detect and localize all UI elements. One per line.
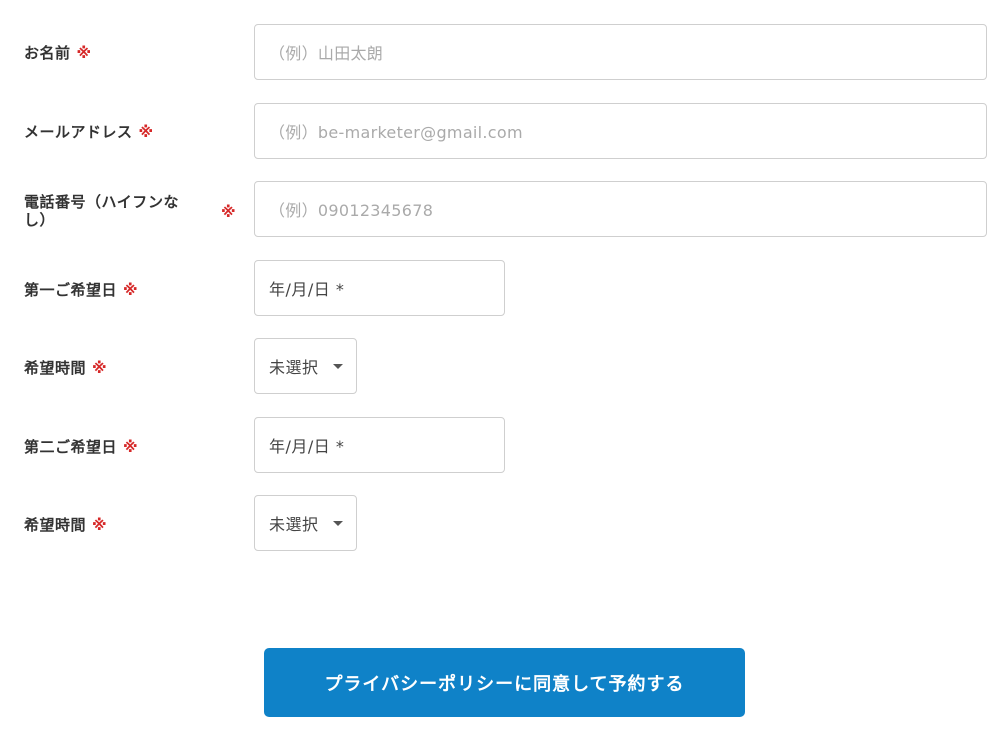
first-time-label: 希望時間 ※ xyxy=(24,359,107,377)
required-mark: ※ xyxy=(76,44,92,62)
agree-and-reserve-button[interactable]: プライバシーポリシーに同意して予約する xyxy=(264,648,745,717)
first-date-input[interactable]: 年/月/日 * xyxy=(254,260,505,316)
second-time-row: 希望時間 ※ 未選択 xyxy=(0,495,1000,553)
second-date-label: 第二ご希望日 ※ xyxy=(24,438,138,456)
first-date-label-text: 第一ご希望日 xyxy=(24,281,118,299)
phone-row: 電話番号（ハイフンな し） ※ （例）09012345678 xyxy=(0,181,1000,239)
required-mark: ※ xyxy=(221,203,236,221)
caret-down-icon xyxy=(332,363,343,369)
required-mark: ※ xyxy=(123,438,139,456)
first-time-selected: 未選択 xyxy=(269,358,319,377)
first-time-select[interactable]: 未選択 xyxy=(254,338,357,394)
name-label-text: お名前 xyxy=(24,44,71,62)
email-label-text: メールアドレス xyxy=(24,123,133,141)
first-date-label: 第一ご希望日 ※ xyxy=(24,281,138,299)
required-mark: ※ xyxy=(92,516,108,534)
required-mark: ※ xyxy=(138,123,154,141)
first-time-label-text: 希望時間 xyxy=(24,359,87,377)
email-label: メールアドレス ※ xyxy=(24,123,154,141)
second-date-input[interactable]: 年/月/日 * xyxy=(254,417,505,473)
name-input[interactable]: （例）山田太朗 xyxy=(254,24,987,80)
name-row: お名前 ※ （例）山田太朗 xyxy=(0,24,1000,82)
second-date-label-text: 第二ご希望日 xyxy=(24,438,118,456)
required-mark: ※ xyxy=(123,281,139,299)
name-label: お名前 ※ xyxy=(24,44,92,62)
second-time-label: 希望時間 ※ xyxy=(24,516,107,534)
phone-label-line1: 電話番号（ハイフンな xyxy=(24,193,180,211)
second-date-value: 年/月/日 * xyxy=(269,437,345,456)
second-time-select[interactable]: 未選択 xyxy=(254,495,357,551)
phone-label: 電話番号（ハイフンな し） xyxy=(24,193,179,229)
second-date-row: 第二ご希望日 ※ 年/月/日 * xyxy=(0,417,1000,475)
caret-down-icon xyxy=(332,520,343,526)
required-mark: ※ xyxy=(92,359,108,377)
email-placeholder: （例）be-marketer@gmail.com xyxy=(269,123,523,142)
second-time-selected: 未選択 xyxy=(269,515,319,534)
second-time-label-text: 希望時間 xyxy=(24,516,87,534)
phone-input[interactable]: （例）09012345678 xyxy=(254,181,987,237)
phone-placeholder: （例）09012345678 xyxy=(269,201,434,220)
first-time-row: 希望時間 ※ 未選択 xyxy=(0,338,1000,396)
email-input[interactable]: （例）be-marketer@gmail.com xyxy=(254,103,987,159)
email-row: メールアドレス ※ （例）be-marketer@gmail.com xyxy=(0,103,1000,161)
first-date-value: 年/月/日 * xyxy=(269,280,345,299)
first-date-row: 第一ご希望日 ※ 年/月/日 * xyxy=(0,260,1000,318)
name-placeholder: （例）山田太朗 xyxy=(269,44,384,63)
phone-label-line2: し） xyxy=(24,211,56,229)
